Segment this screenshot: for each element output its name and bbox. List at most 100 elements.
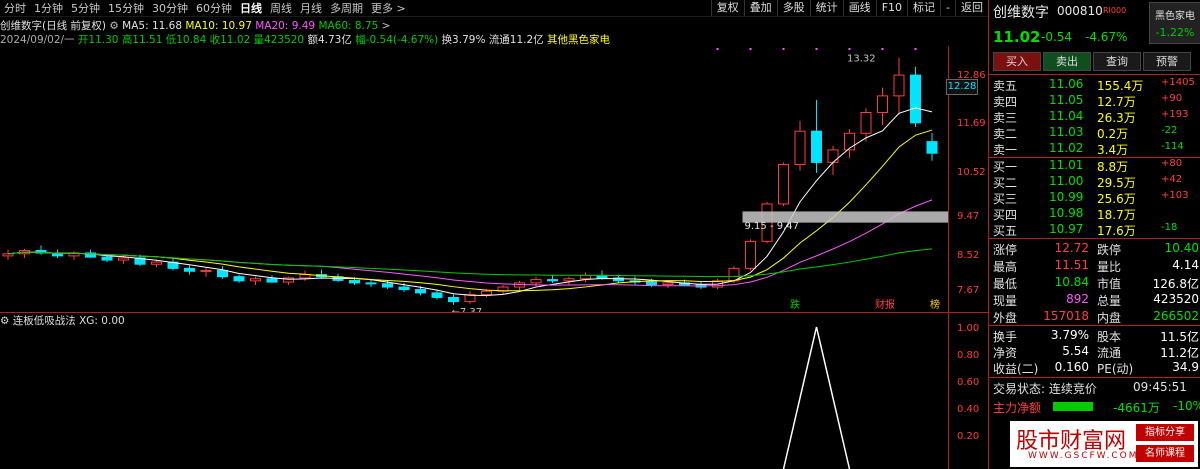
period-tab[interactable]: 多周期 [326, 0, 367, 16]
order-book-row[interactable]: 买四 10.98 18.7万 [993, 206, 1199, 222]
indicator-tick: 0.40 [957, 404, 980, 415]
tool-button[interactable]: 复权 [710, 0, 744, 16]
candle-body [250, 278, 261, 282]
sell-button[interactable]: 卖出 [1043, 52, 1091, 71]
query-button[interactable]: 查询 [1093, 52, 1141, 71]
watermark-url: WWW.GSCFW.COM [1028, 451, 1139, 461]
stat-label: 股本 [1097, 330, 1122, 344]
book-volume: 8.8万 [1097, 160, 1129, 174]
period-tab[interactable]: 5分钟 [67, 0, 104, 16]
price-tick: 8.52 [957, 250, 980, 262]
indicator-axis: 1.00 0.80 0.60 0.40 0.20 [948, 313, 989, 469]
sector-tag: 黑色家电 [1155, 11, 1195, 22]
order-book-row[interactable]: 买五 10.97 17.6万 -18 [993, 222, 1199, 238]
book-label: 买三 [993, 192, 1018, 206]
stat-value: 423520 [1153, 292, 1199, 306]
stat-label: 最高 [993, 260, 1018, 274]
order-book-row[interactable]: 卖五 11.06 155.4万 +1405 [993, 77, 1199, 93]
tool-button[interactable]: 标记 [907, 0, 940, 16]
stat-label: 市值 [1097, 277, 1122, 291]
period-tab[interactable]: 日线 [236, 0, 266, 16]
order-book-row[interactable]: 卖四 11.05 12.7万 +90 [993, 93, 1199, 109]
current-price-tag: 12.28 [946, 79, 978, 95]
tool-buttons: 复权 叠加 多股 统计 画线 F10 标记 - 返回 [710, 0, 988, 16]
order-book-row[interactable]: 买三 10.99 25.6万 +103 [993, 190, 1199, 206]
book-price: 10.97 [1049, 222, 1084, 236]
bar-turnover: 换3.79% [441, 34, 486, 46]
candle-body [893, 74, 905, 97]
high-annotation: 13.32 [847, 54, 876, 65]
book-volume: 26.3万 [1097, 111, 1136, 125]
event-mark[interactable]: 财报 [875, 298, 895, 311]
book-label: 买一 [993, 160, 1018, 174]
ma-legend: 创维数字(日线 前复权) ⚙ MA5: 11.68 MA10: 10.97 MA… [0, 18, 390, 32]
candle-body [448, 296, 459, 303]
stats-row: 换手 3.79% 股本 11.5亿 [993, 328, 1199, 344]
book-price: 11.04 [1049, 109, 1084, 123]
tool-button[interactable]: 画线 [842, 0, 876, 16]
candle-body [877, 95, 888, 113]
stats-row: 最高 11.51 量比 4.14 [993, 258, 1199, 274]
period-tab[interactable]: 周线 [266, 0, 296, 16]
book-price: 10.98 [1049, 206, 1084, 220]
order-book-row[interactable]: 卖三 11.04 26.3万 +193 [993, 109, 1199, 125]
kline-chart[interactable]: 13.32←7.379.15 - 9.47跌财报榜 [0, 46, 948, 312]
event-mark[interactable]: 榜 [930, 298, 940, 311]
period-tab[interactable]: 60分钟 [192, 0, 236, 16]
period-tab[interactable]: 15分钟 [104, 0, 148, 16]
book-volume: 17.6万 [1097, 224, 1136, 238]
status-time: 09:45:51 [1133, 380, 1187, 394]
tool-button[interactable]: 叠加 [743, 0, 777, 16]
tool-button[interactable]: F10 [875, 0, 907, 16]
alert-button[interactable]: 预警 [1143, 52, 1191, 71]
period-tab[interactable]: 1分钟 [30, 0, 67, 16]
xg-signal-line [782, 326, 851, 469]
candle-body [431, 292, 443, 298]
bar-amount: 额4.73亿 [307, 34, 352, 46]
period-tab[interactable]: 30分钟 [148, 0, 192, 16]
period-tab[interactable]: 分时 [0, 0, 30, 16]
candle-body [827, 149, 839, 163]
quote-panel: 创维数字 000810 RI000 黑色家电 -1.22% 11.02 -0.5… [988, 0, 1200, 469]
buy-button[interactable]: 买入 [993, 52, 1041, 71]
bar-volume: 量423520 [253, 34, 305, 46]
tool-button[interactable]: 返回 [955, 0, 988, 16]
chevron-right-icon[interactable]: > [382, 20, 391, 32]
tool-button[interactable]: - [940, 0, 955, 16]
mainflow-label: 主力净额 [993, 401, 1042, 415]
bar-open: 开11.30 [77, 34, 119, 46]
book-volume: 0.2万 [1097, 127, 1129, 141]
mainflow-bar [1053, 402, 1093, 411]
candle-body [811, 130, 822, 163]
tool-button[interactable]: 多股 [776, 0, 810, 16]
mainflow-pct: -10% [1173, 399, 1200, 413]
bar-high: 高11.51 [121, 34, 163, 46]
tool-button[interactable]: 统计 [809, 0, 843, 16]
candle-body [200, 269, 212, 272]
order-book-row[interactable]: 卖二 11.03 0.2万 -22 [993, 125, 1199, 141]
candle-body [101, 256, 113, 261]
watermark-logo: 股市财富网 WWW.GSCFW.COM 指标分享 名师课程 [1010, 421, 1198, 467]
signal-dot [881, 48, 884, 50]
order-book-row[interactable]: 买一 11.01 8.8万 +80 [993, 158, 1199, 174]
stat-label: 收益(二) [993, 362, 1039, 376]
period-tab[interactable]: 月线 [296, 0, 326, 16]
order-book-row[interactable]: 卖一 11.02 3.4万 -114 [993, 141, 1199, 157]
event-mark[interactable]: 跌 [790, 298, 800, 311]
indicator-chart[interactable] [0, 326, 948, 469]
period-tab[interactable]: 更多 > [367, 0, 410, 16]
signal-dot [782, 48, 785, 50]
book-volume: 155.4万 [1097, 79, 1144, 93]
book-delta: +193 [1161, 109, 1189, 120]
stat-label: 现量 [993, 294, 1018, 308]
bar-sector[interactable]: 其他黑色家电 [547, 34, 610, 46]
settings-icon[interactable]: ⚙ [109, 20, 118, 32]
stat-label: 流通 [1097, 346, 1122, 360]
book-price: 11.06 [1049, 77, 1084, 91]
stat-value: 4.14 [1172, 258, 1199, 272]
stats-row: 净资 5.54 流通 11.2亿 [993, 344, 1199, 360]
candle-body [778, 163, 789, 205]
price-change: -0.54 [1041, 30, 1073, 44]
indicator-label[interactable]: ⚙ 连板低吸战法 XG: 0.00 [0, 313, 125, 327]
order-book-row[interactable]: 买二 11.00 29.5万 +42 [993, 174, 1199, 190]
